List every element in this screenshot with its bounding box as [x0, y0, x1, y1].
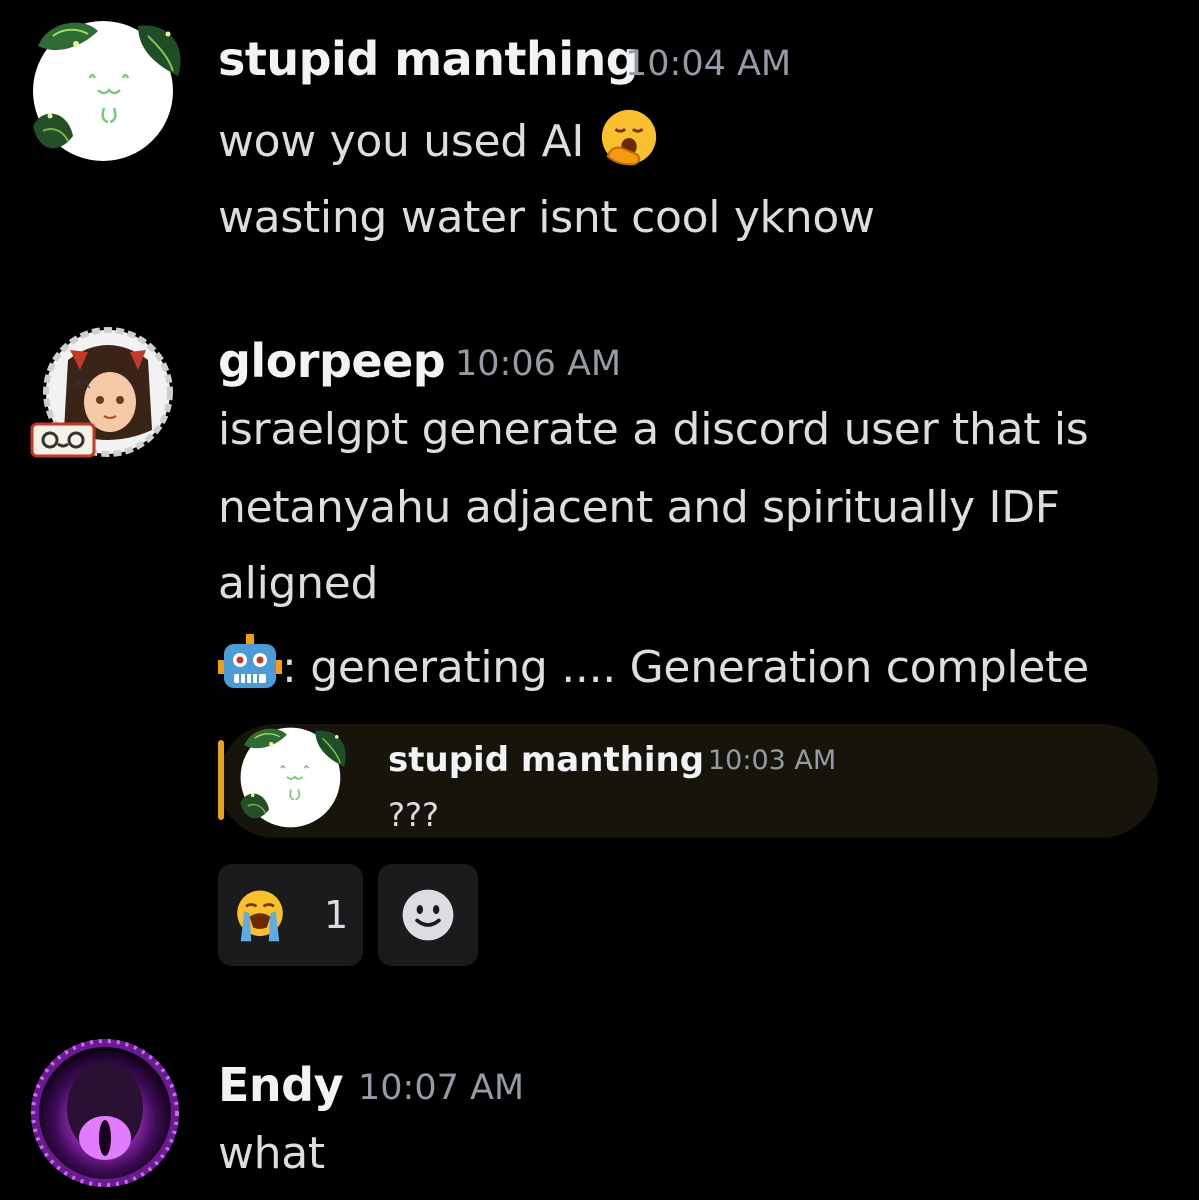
- message-line: aligned: [218, 558, 379, 609]
- svg-text:XX: XX: [74, 377, 90, 391]
- timestamp: 10:07 AM: [358, 1068, 525, 1108]
- anime-girl-avatar-icon: XX: [30, 327, 173, 458]
- robot-face-icon: [218, 634, 282, 688]
- author-name[interactable]: stupid manthing: [218, 32, 639, 86]
- reply-author-name: stupid manthing: [388, 740, 705, 780]
- message-line: israelgpt generate a discord user that i…: [218, 404, 1089, 455]
- add-reaction-smiley-icon: [402, 889, 454, 941]
- reply-text: ???: [388, 796, 439, 834]
- message-line: wasting water isnt cool yknow: [218, 192, 875, 243]
- avatar[interactable]: [28, 1036, 182, 1190]
- add-reaction-button[interactable]: [378, 864, 478, 966]
- avatar[interactable]: [28, 16, 182, 166]
- message-line: netanyahu adjacent and spiritually IDF: [218, 482, 1060, 533]
- message-line: wow you used AI: [218, 106, 660, 168]
- purple-eye-orb-avatar-icon: [31, 1039, 179, 1187]
- avatar[interactable]: XX: [30, 320, 173, 470]
- yawning-face-icon: [601, 109, 656, 166]
- leafy-blob-avatar-icon: [239, 726, 347, 829]
- message-line: what: [218, 1128, 325, 1179]
- loudly-crying-face-icon: [237, 890, 283, 942]
- message-line: : generating .... Generation complete: [218, 634, 1089, 693]
- timestamp: 10:04 AM: [625, 44, 792, 84]
- reply-accent-bar: [218, 740, 224, 820]
- reaction-count: 1: [324, 893, 349, 937]
- leafy-blob-avatar-icon: [31, 19, 182, 163]
- reply-avatar: [234, 724, 354, 838]
- author-name[interactable]: glorpeep: [218, 334, 446, 388]
- author-name[interactable]: Endy: [218, 1058, 344, 1112]
- timestamp: 10:06 AM: [455, 344, 622, 384]
- reply-timestamp: 10:03 AM: [708, 745, 837, 776]
